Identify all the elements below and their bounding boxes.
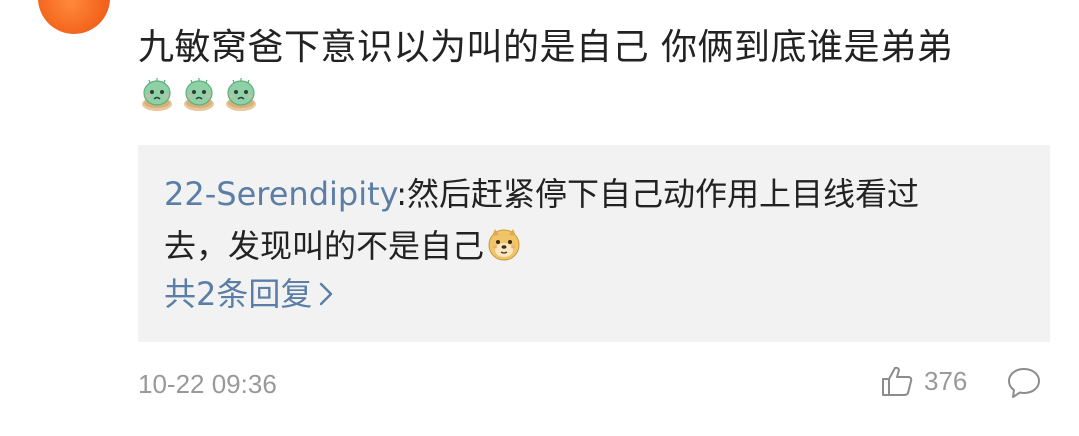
cactus-face-emoji [142,78,172,111]
reply-username[interactable]: 22-Serendipity [164,175,396,213]
speech-bubble-icon[interactable] [1006,366,1042,400]
timestamp: 10-22 09:36 [138,369,277,399]
reply-count-label: 共2条回复 [164,275,313,313]
chevron-right-icon [320,282,333,306]
like-button[interactable]: 376 [880,363,967,399]
view-replies-link[interactable]: 共2条回复 [164,272,334,316]
cactus-face-emoji [184,78,214,111]
thumbs-up-icon [882,366,913,396]
doge-emoji [488,229,520,261]
like-count: 376 [924,366,968,396]
reply-text: 22-Serendipity:然后赶紧停下自己动作用上目线看过去，发现叫的不是自… [164,168,974,272]
avatar[interactable] [38,0,110,34]
cactus-face-emoji [226,78,256,111]
comment-text: 九敏窝爸下意识以为叫的是自己 你俩到底谁是弟弟 [138,27,953,68]
reply-box[interactable]: 22-Serendipity:然后赶紧停下自己动作用上目线看过去，发现叫的不是自… [138,145,1050,342]
reply-separator: : [396,175,408,213]
emoji-row [138,74,260,112]
